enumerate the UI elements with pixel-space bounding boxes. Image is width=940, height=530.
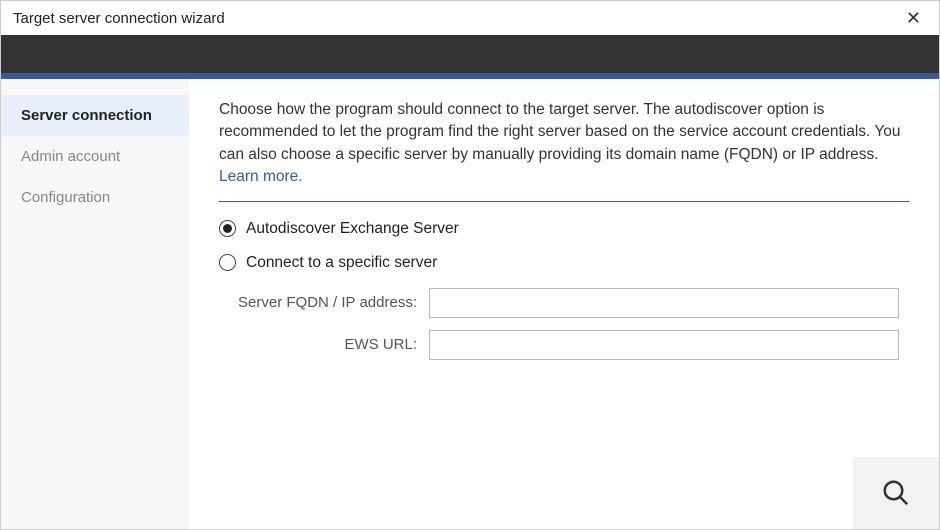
sidebar-item-server-connection[interactable]: Server connection: [1, 95, 189, 136]
sidebar-item-configuration[interactable]: Configuration: [1, 177, 189, 218]
close-icon[interactable]: ✕: [900, 6, 927, 31]
main-panel: Choose how the program should connect to…: [189, 79, 939, 529]
radio-autodiscover[interactable]: Autodiscover Exchange Server: [219, 220, 909, 238]
radio-dot-icon: [223, 224, 232, 233]
radio-label: Autodiscover Exchange Server: [246, 220, 459, 238]
intro-paragraph: Choose how the program should connect to…: [219, 99, 909, 189]
fqdn-label: Server FQDN / IP address:: [219, 294, 429, 311]
ews-url-input[interactable]: [429, 330, 899, 360]
sidebar-item-admin-account[interactable]: Admin account: [1, 136, 189, 177]
sidebar: Server connection Admin account Configur…: [1, 79, 189, 529]
section-divider: [219, 201, 909, 202]
sidebar-item-label: Configuration: [21, 189, 110, 206]
ribbon-dark: [1, 35, 939, 73]
form-row-fqdn: Server FQDN / IP address:: [219, 288, 909, 318]
search-icon: [881, 478, 911, 508]
form-row-ews: EWS URL:: [219, 330, 909, 360]
search-button[interactable]: [853, 457, 939, 529]
radio-button-icon[interactable]: [219, 220, 236, 237]
window-title: Target server connection wizard: [13, 10, 225, 27]
learn-more-link[interactable]: Learn more.: [219, 168, 303, 185]
sidebar-item-label: Admin account: [21, 148, 120, 165]
fqdn-input[interactable]: [429, 288, 899, 318]
intro-text: Choose how the program should connect to…: [219, 101, 901, 163]
sidebar-item-label: Server connection: [21, 107, 152, 124]
radio-label: Connect to a specific server: [246, 254, 437, 272]
body: Server connection Admin account Configur…: [1, 79, 939, 529]
radio-specific-server[interactable]: Connect to a specific server: [219, 254, 909, 272]
radio-button-icon[interactable]: [219, 254, 236, 271]
ews-label: EWS URL:: [219, 336, 429, 353]
titlebar: Target server connection wizard ✕: [1, 1, 939, 35]
